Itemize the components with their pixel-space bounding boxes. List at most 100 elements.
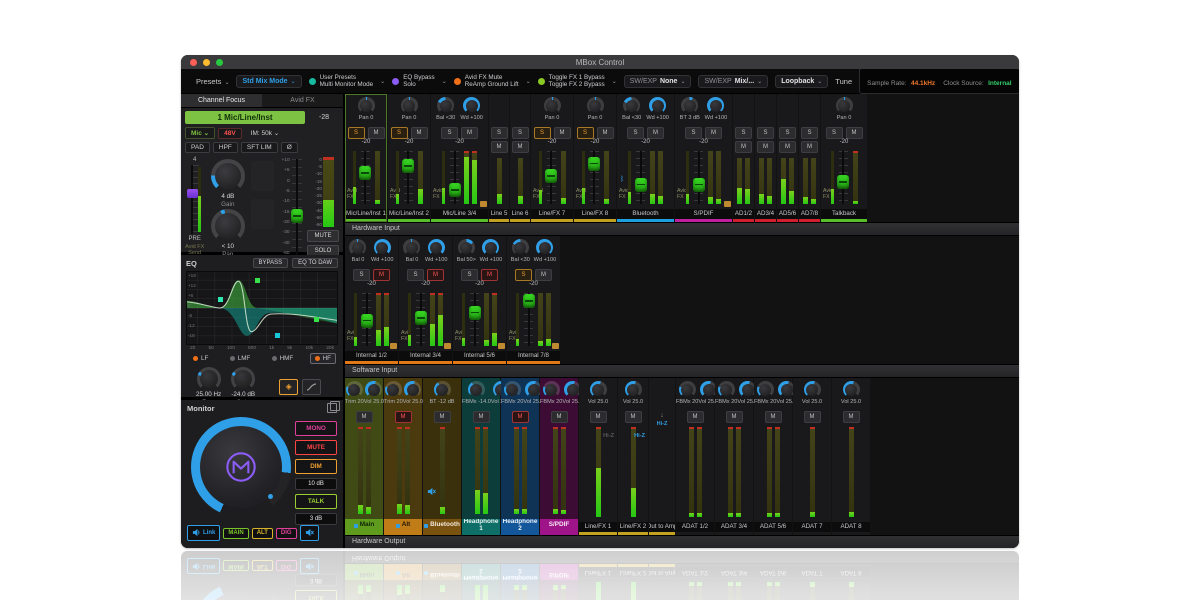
mute-button[interactable]: M bbox=[481, 269, 498, 281]
channel-fader[interactable] bbox=[414, 291, 427, 348]
channel-label[interactable]: Line 6 bbox=[510, 209, 530, 219]
solo-button[interactable]: S bbox=[441, 127, 458, 139]
knob[interactable] bbox=[649, 97, 666, 114]
channel-fader[interactable] bbox=[545, 149, 558, 206]
send-slider-handle[interactable] bbox=[187, 189, 198, 198]
knob[interactable] bbox=[458, 239, 475, 256]
knob[interactable] bbox=[385, 381, 402, 398]
eq-bypass-button[interactable]: BYPASS bbox=[253, 258, 289, 268]
eq-handle[interactable] bbox=[314, 317, 319, 322]
monitor-select-dig[interactable]: DIG bbox=[276, 528, 297, 539]
solo-button[interactable]: S bbox=[627, 127, 644, 139]
channel-label[interactable]: Internal 1/2 bbox=[345, 351, 398, 361]
mute-button[interactable]: M bbox=[356, 411, 373, 423]
eq-freq-knob[interactable] bbox=[197, 367, 221, 391]
presets-menu[interactable]: Presets⌄ bbox=[196, 77, 229, 86]
toggle-user-presets[interactable]: User PresetsMulti Monitor Mode⌄ bbox=[309, 74, 386, 88]
mute-button[interactable]: M bbox=[491, 141, 508, 153]
eq-gain-knob[interactable] bbox=[231, 367, 255, 391]
channel-label[interactable]: AD5/6 bbox=[777, 209, 798, 219]
mute-button[interactable]: M bbox=[551, 411, 568, 423]
mute-button[interactable]: M bbox=[434, 411, 451, 423]
solo-button[interactable]: S bbox=[735, 127, 752, 139]
knob[interactable] bbox=[681, 97, 698, 114]
channel-label[interactable]: Line/FX 8 bbox=[574, 209, 616, 219]
mute-button[interactable]: M bbox=[843, 411, 860, 423]
solo-button[interactable]: S bbox=[534, 127, 551, 139]
phantom-48v-button[interactable]: 48V bbox=[218, 128, 242, 139]
channel-label[interactable]: Line/FX 7 bbox=[531, 209, 573, 219]
solo-button[interactable]: S bbox=[407, 269, 424, 281]
channel-fader[interactable] bbox=[634, 149, 647, 206]
channel-fader[interactable] bbox=[468, 291, 481, 348]
eq-bell-button[interactable] bbox=[302, 379, 321, 395]
channel-fader[interactable] bbox=[402, 149, 415, 206]
mute-button[interactable]: M bbox=[765, 411, 782, 423]
knob[interactable] bbox=[428, 239, 445, 256]
mute-button[interactable]: M bbox=[427, 269, 444, 281]
knob[interactable] bbox=[590, 381, 607, 398]
mute-button[interactable]: M bbox=[395, 411, 412, 423]
toggle-eq-bypass[interactable]: EQ BypassSolo⌄ bbox=[392, 74, 447, 88]
tab-channel-focus[interactable]: Channel Focus bbox=[181, 94, 262, 107]
eq-handle[interactable] bbox=[218, 297, 223, 302]
knob[interactable] bbox=[625, 381, 642, 398]
channel-label[interactable]: Bluetooth bbox=[423, 519, 461, 532]
channel-label[interactable]: Alt bbox=[384, 519, 422, 532]
solo-button[interactable]: S bbox=[801, 127, 818, 139]
solo-button[interactable]: S bbox=[685, 127, 702, 139]
pad-button[interactable]: PAD bbox=[185, 142, 210, 153]
channel-label[interactable]: Line/FX 2 bbox=[618, 522, 648, 532]
channel-label[interactable]: Internal 7/8 bbox=[507, 351, 560, 361]
mute-button[interactable]: M bbox=[705, 127, 722, 139]
knob[interactable] bbox=[468, 381, 485, 398]
solo-button[interactable]: S bbox=[353, 269, 370, 281]
eq-shelf-button[interactable]: ◈ bbox=[279, 379, 298, 395]
phase-button[interactable]: Ø bbox=[281, 142, 298, 153]
channel-label[interactable]: Headphone 2 bbox=[501, 519, 539, 532]
knob[interactable] bbox=[358, 97, 375, 114]
channel-fader[interactable] bbox=[448, 149, 461, 206]
knob[interactable] bbox=[463, 97, 480, 114]
channel-label[interactable]: ADAT 8 bbox=[832, 522, 870, 532]
source-select[interactable]: Mic ⌄ bbox=[185, 127, 215, 139]
solo-button[interactable]: S bbox=[826, 127, 843, 139]
solo-button[interactable]: S bbox=[348, 127, 365, 139]
mute-button[interactable]: M bbox=[687, 411, 704, 423]
mute-button[interactable]: M bbox=[757, 141, 774, 153]
solo-button[interactable]: S bbox=[491, 127, 508, 139]
tab-avid-fx[interactable]: Avid FX bbox=[262, 94, 343, 107]
pan-knob[interactable] bbox=[211, 209, 245, 243]
channel-label[interactable]: ADAT 5/6 bbox=[754, 522, 792, 532]
knob[interactable] bbox=[536, 239, 553, 256]
monitor-select-main[interactable]: MAIN bbox=[223, 528, 248, 539]
channel-fader[interactable] bbox=[692, 149, 705, 206]
tune-button[interactable]: Tune bbox=[835, 77, 852, 86]
toggle-fx-bypass[interactable]: Toggle FX 1 BypassToggle FX 2 Bypass⌄ bbox=[538, 74, 617, 88]
monitor-mono-button[interactable]: MONO bbox=[295, 421, 337, 436]
channel-label[interactable]: ADAT 7 bbox=[793, 522, 831, 532]
eq-graph[interactable]: +18 +12 +6 0 -6 -12 -18 bbox=[186, 271, 338, 345]
channel-label[interactable]: Main bbox=[345, 519, 383, 532]
focus-channel-fader[interactable] bbox=[291, 157, 303, 257]
channel-fader[interactable] bbox=[522, 291, 535, 348]
channel-label[interactable]: Line 5 bbox=[489, 209, 509, 219]
detach-panel-icon[interactable] bbox=[327, 403, 337, 413]
monitor-talk-button[interactable]: TALK bbox=[295, 494, 337, 509]
channel-label[interactable]: ADAT 3/4 bbox=[715, 522, 753, 532]
solo-button[interactable]: S bbox=[461, 269, 478, 281]
soft-limit-button[interactable]: SFT LIM bbox=[241, 142, 278, 153]
knob[interactable] bbox=[843, 381, 860, 398]
channel-label[interactable]: Headphone 1 bbox=[462, 519, 500, 532]
loopback-dropdown[interactable]: Loopback⌄ bbox=[775, 75, 828, 88]
eq-band-hmf[interactable]: HMF bbox=[267, 353, 299, 364]
mute-button[interactable]: M bbox=[373, 269, 390, 281]
knob[interactable] bbox=[836, 97, 853, 114]
eq-band-lf[interactable]: LF bbox=[188, 353, 213, 364]
channel-label[interactable]: Talkback bbox=[821, 209, 867, 219]
solo-button[interactable]: S bbox=[779, 127, 796, 139]
eq-handle[interactable] bbox=[275, 333, 280, 338]
monitor-select-mute[interactable] bbox=[300, 525, 319, 541]
mute-button[interactable]: M bbox=[647, 127, 664, 139]
channel-label[interactable]: Out to Amp bbox=[649, 522, 675, 532]
